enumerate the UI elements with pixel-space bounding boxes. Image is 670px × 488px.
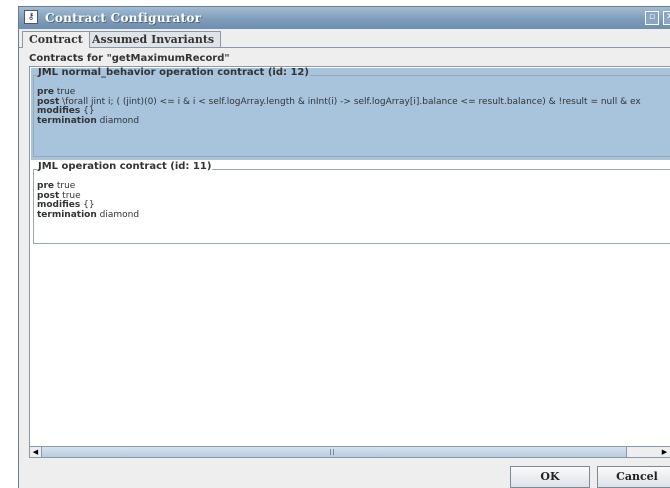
ok-button[interactable]: OK (510, 466, 590, 488)
window-title: Contract Configurator (45, 11, 202, 25)
close-icon[interactable]: ✕ (663, 11, 670, 25)
tab-assumed-invariants[interactable]: Assumed Invariants (85, 31, 222, 47)
title-bar[interactable]: ⚷ Contract Configurator ▫ ✕ (19, 7, 670, 29)
contracts-list-label: Contracts for "getMaximumRecord" (29, 53, 230, 64)
grip-icon (330, 449, 334, 455)
contract-title: JML normal_behavior operation contract (… (37, 67, 310, 78)
maximize-icon[interactable]: ▫ (645, 11, 659, 25)
contract-body: pre true post \forall jint i; ( (jint)(0… (37, 87, 641, 126)
post-line: post \forall jint i; ( (jint)(0) <= i & … (37, 96, 641, 107)
tab-bar: Contract Assumed Invariants (19, 31, 670, 48)
tab-contract[interactable]: Contract (22, 31, 90, 48)
scrollbar-thumb[interactable] (41, 447, 627, 457)
termination-line: termination diamond (37, 115, 140, 126)
contract-title: JML operation contract (id: 11) (37, 161, 213, 172)
horizontal-scrollbar[interactable]: ◀ ▶ (29, 446, 670, 458)
termination-line: termination diamond (37, 209, 140, 220)
scroll-left-icon[interactable]: ◀ (30, 447, 41, 457)
scroll-right-icon[interactable]: ▶ (659, 447, 670, 457)
contract-configurator-window: ⚷ Contract Configurator ▫ ✕ Contract Ass… (18, 6, 670, 488)
cancel-button[interactable]: Cancel (597, 466, 670, 488)
contract-body: pre true post true modifies {} terminati… (37, 181, 140, 220)
contract-item-11[interactable]: JML operation contract (id: 11) pre true… (31, 162, 670, 247)
contracts-list: JML normal_behavior operation contract (… (29, 66, 670, 448)
contract-item-12[interactable]: JML normal_behavior operation contract (… (31, 68, 670, 160)
contract-tab-panel: Contracts for "getMaximumRecord" JML nor… (19, 47, 670, 466)
key-icon: ⚷ (24, 10, 38, 24)
